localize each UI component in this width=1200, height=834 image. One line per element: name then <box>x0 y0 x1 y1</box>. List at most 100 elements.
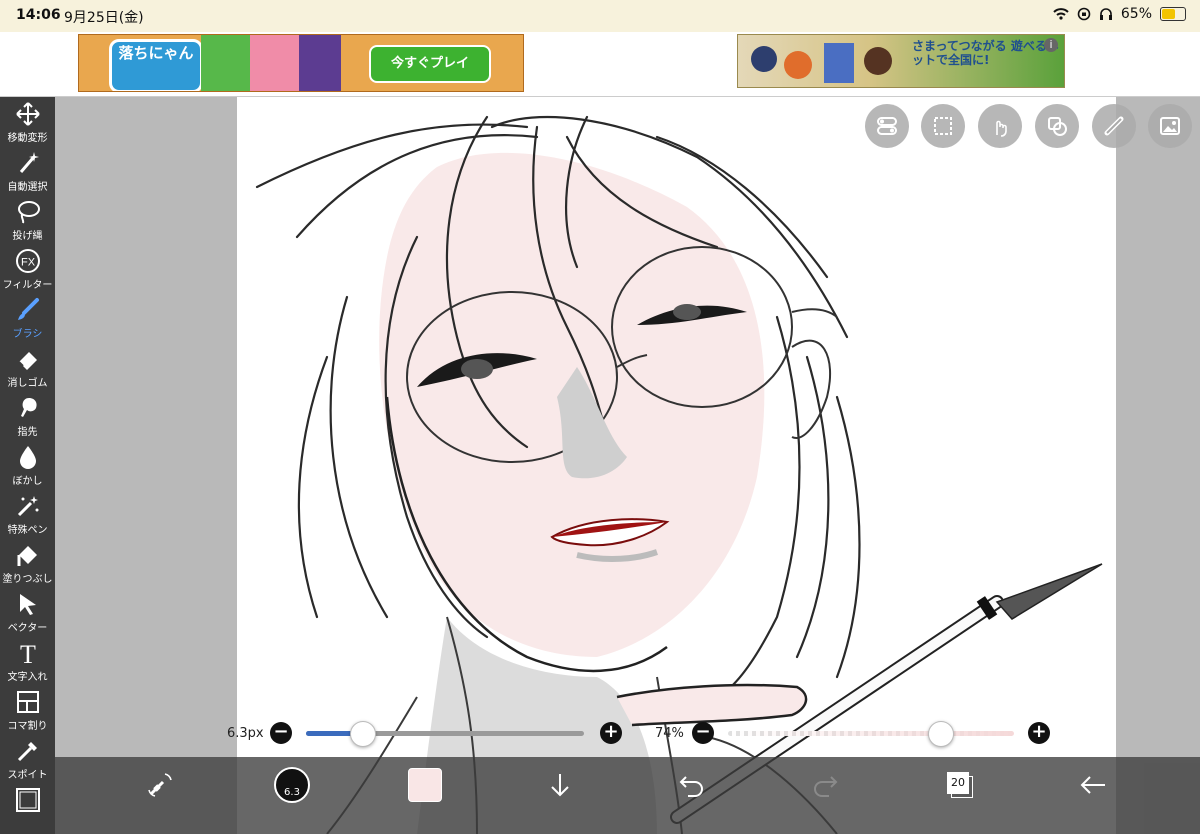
tool-label: 自動選択 <box>7 182 48 193</box>
ad-banner-bar: 落ちにゃん 今すぐプレイ さまってつながる 遊べるネットで全国に! i <box>0 32 1200 97</box>
tool-blur[interactable]: ぼかし <box>0 440 55 489</box>
undo-button[interactable] <box>672 765 712 805</box>
headphones-icon <box>1099 8 1112 20</box>
opacity-label: 74% <box>655 726 684 741</box>
wifi-icon <box>1053 8 1069 20</box>
back-arrow-icon <box>1080 776 1105 794</box>
tool-move-transform[interactable]: 移動変形 <box>0 97 55 146</box>
redo-icon <box>814 776 838 797</box>
tool-fill[interactable]: 塗りつぶし <box>0 538 55 587</box>
ad-banner-right[interactable]: さまってつながる 遊べるネットで全国に! i <box>737 34 1065 88</box>
bottom-toolbar <box>55 757 1200 834</box>
tool-filter[interactable]: FX フィルター <box>0 244 55 293</box>
tool-text[interactable]: T 文字入れ <box>0 636 55 685</box>
move-icon <box>15 102 40 126</box>
down-arrow-icon <box>551 774 569 797</box>
tool-canvas[interactable] <box>0 783 55 832</box>
status-bar: 14:06 9月25日(金) 65% <box>0 0 1200 32</box>
fx-icon: FX <box>15 249 40 273</box>
tool-eyedropper[interactable]: スポイト <box>0 734 55 783</box>
battery-percent: 65% <box>1120 6 1152 22</box>
brush-size-preview[interactable]: 6.3 <box>272 765 312 805</box>
text-tool-glyph: T <box>20 640 36 666</box>
ad-banner-left[interactable]: 落ちにゃん 今すぐプレイ <box>78 34 524 92</box>
color-swatch-button[interactable] <box>405 765 445 805</box>
ad-game-logo: 落ちにゃん <box>109 39 203 91</box>
special-pen-icon <box>17 496 38 517</box>
tool-frame-divider[interactable]: コマ割り <box>0 685 55 734</box>
tool-label: コマ割り <box>7 721 48 732</box>
canvas-right-margin <box>1116 97 1200 834</box>
ad-game-artwork <box>201 35 341 91</box>
bucket-icon <box>17 546 37 566</box>
selection-button[interactable] <box>921 104 965 148</box>
opacity-knob[interactable] <box>927 721 954 747</box>
brush-size-knob[interactable] <box>349 721 376 747</box>
ad-info-icon[interactable]: i <box>1044 38 1058 52</box>
ruler-button[interactable] <box>1092 104 1136 148</box>
tool-label: 文字入れ <box>7 672 48 683</box>
canvas-frame-icon <box>15 788 40 812</box>
eyedropper-icon <box>17 742 37 762</box>
touch-icon <box>996 120 1007 137</box>
brush-size-decrease-button[interactable]: − <box>270 722 292 744</box>
tool-label: フィルター <box>2 280 53 291</box>
status-date: 9月25日(金) <box>64 10 144 26</box>
back-button[interactable] <box>1073 765 1113 805</box>
layers-button[interactable]: 20 <box>940 765 980 805</box>
tool-auto-select[interactable]: 自動選択 <box>0 146 55 195</box>
current-color-swatch <box>408 768 442 802</box>
blur-drop-icon <box>19 446 36 469</box>
quick-swap-button[interactable] <box>140 765 180 805</box>
tool-special-pen[interactable]: 特殊ペン <box>0 489 55 538</box>
ad-play-button[interactable]: 今すぐプレイ <box>369 45 491 83</box>
tool-lasso[interactable]: 投げ縄 <box>0 195 55 244</box>
tool-vector[interactable]: ベクター <box>0 587 55 636</box>
orientation-lock-icon <box>1077 7 1091 21</box>
touch-mode-button[interactable] <box>978 104 1022 148</box>
ruler-icon <box>1104 116 1124 136</box>
tool-label: ベクター <box>7 623 48 634</box>
selection-icon <box>934 117 952 135</box>
text-icon: T <box>20 640 36 666</box>
frame-divider-icon <box>16 691 39 713</box>
tool-smudge[interactable]: 指先 <box>0 391 55 440</box>
tool-label: 塗りつぶし <box>2 574 53 585</box>
brush-size-increase-button[interactable]: + <box>600 722 622 744</box>
brush-size-slider[interactable] <box>306 731 584 736</box>
download-button[interactable] <box>540 765 580 805</box>
fx-text: FX <box>20 257 35 269</box>
tool-label: 特殊ペン <box>7 525 48 536</box>
lasso-icon <box>17 201 40 224</box>
tool-label: 移動変形 <box>7 133 48 144</box>
ad-copy-text: さまってつながる 遊べるネットで全国に! <box>912 39 1059 67</box>
brush-preview-value: 6.3 <box>284 787 300 798</box>
opacity-slider[interactable] <box>728 731 1014 736</box>
battery-icon <box>1160 7 1186 21</box>
swap-tools-icon <box>148 773 172 797</box>
tool-label: 指先 <box>17 427 38 438</box>
tool-eraser[interactable]: 消しゴム <box>0 342 55 391</box>
smudge-icon <box>20 398 37 417</box>
undo-icon <box>679 776 703 797</box>
layer-copy-icon <box>1048 117 1067 136</box>
reference-image-button[interactable] <box>1148 104 1192 148</box>
layer-count: 20 <box>947 772 969 794</box>
brush-preview-circle: 6.3 <box>274 767 310 803</box>
status-time: 14:06 <box>16 7 61 23</box>
layers-icon: 20 <box>947 772 973 798</box>
vector-arrow-icon <box>19 594 36 615</box>
tool-brush[interactable]: ブラシ <box>0 293 55 342</box>
opacity-increase-button[interactable]: + <box>1028 722 1050 744</box>
toggle-icon <box>877 117 897 135</box>
status-indicators: 65% <box>1053 6 1186 22</box>
tool-label: スポイト <box>7 770 48 781</box>
redo-button[interactable] <box>805 765 845 805</box>
opacity-gradient <box>728 731 1014 736</box>
tool-label: 投げ縄 <box>12 231 43 242</box>
magic-wand-icon <box>19 152 39 173</box>
layer-copy-button[interactable] <box>1035 104 1079 148</box>
eraser-icon <box>17 352 37 370</box>
opacity-decrease-button[interactable]: − <box>692 722 714 744</box>
toggle-view-button[interactable] <box>865 104 909 148</box>
